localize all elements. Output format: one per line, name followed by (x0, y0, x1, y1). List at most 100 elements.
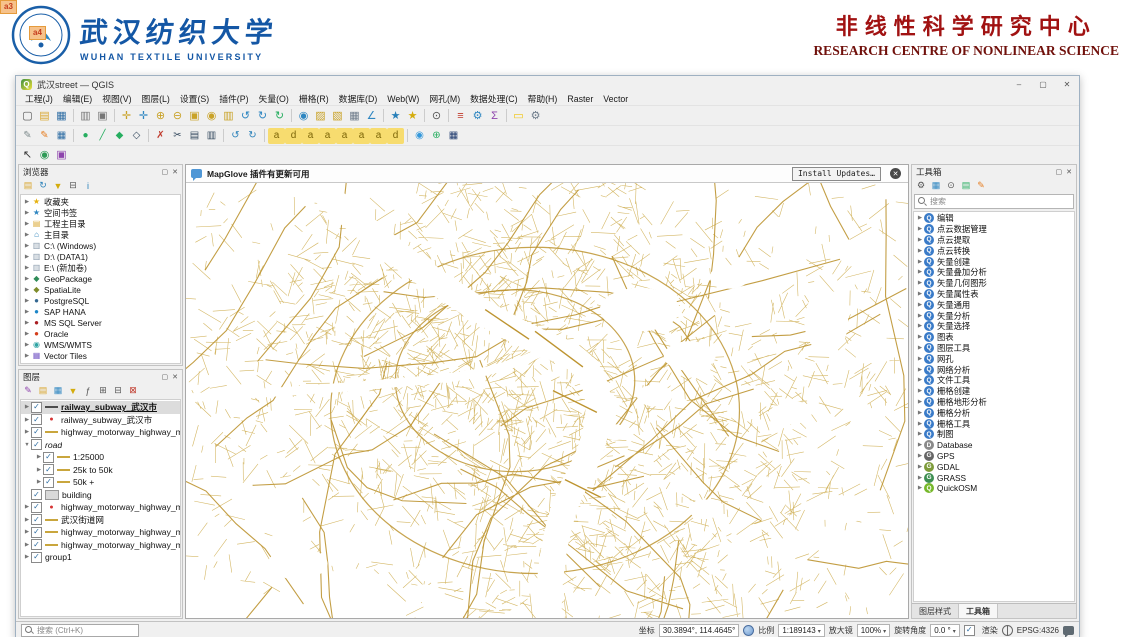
toolbox-group[interactable]: ▶Q矢量几何图形 (914, 278, 1074, 289)
menu-item[interactable]: 插件(P) (214, 92, 253, 105)
toolbox-group[interactable]: ▶Q图表 (914, 332, 1074, 343)
manage-map-themes-icon[interactable]: ▦ (51, 384, 65, 397)
scale-combobox[interactable]: 1:189143 (778, 624, 824, 637)
street-view-plugin-icon[interactable]: ◉ (411, 128, 428, 144)
expand-arrow-icon[interactable]: ▶ (916, 226, 924, 232)
results-viewer-icon[interactable]: ▤ (959, 179, 973, 192)
deselect-features-icon[interactable]: ▧ (329, 108, 346, 124)
rotate-label-icon[interactable]: a (353, 128, 370, 144)
vertex-tool-icon[interactable]: ◇ (128, 128, 145, 144)
open-layer-styling-icon[interactable]: ✎ (21, 384, 35, 397)
layer-labeling-icon[interactable]: a (268, 128, 285, 144)
layer-item[interactable]: ▶✓1:25000 (21, 451, 180, 464)
expand-arrow-icon[interactable]: ▶ (23, 331, 31, 337)
osm-plugin-icon[interactable]: ▣ (53, 146, 70, 162)
annotation-tool-icon[interactable]: ▭ (510, 108, 527, 124)
expand-arrow-icon[interactable]: ▶ (23, 517, 31, 523)
expand-arrow-icon[interactable]: ▶ (916, 345, 924, 351)
models-icon[interactable]: ▦ (929, 179, 943, 192)
close-panel-icon[interactable]: ✕ (1066, 168, 1072, 176)
expand-arrow-icon[interactable]: ▶ (916, 356, 924, 362)
expand-arrow-icon[interactable]: ▶ (23, 364, 31, 365)
zoom-last-icon[interactable]: ↺ (237, 108, 254, 124)
browser-item[interactable]: ▶●SAP HANA (21, 306, 180, 317)
browser-item[interactable]: ▶★收藏夹 (21, 196, 180, 207)
toolbox-group[interactable]: ▶QQuickOSM (914, 483, 1074, 494)
expand-arrow-icon[interactable]: ▶ (23, 210, 31, 216)
refresh-browser-icon[interactable]: ↻ (36, 179, 50, 192)
coordinate-capture-plugin-icon[interactable]: ⊕ (428, 128, 445, 144)
install-updates-button[interactable]: Install Updates… (792, 167, 881, 181)
menu-item[interactable]: 帮助(H) (523, 92, 563, 105)
menu-item[interactable]: 栅格(R) (294, 92, 334, 105)
browser-item[interactable]: ▶▥C:\ (Windows) (21, 240, 180, 251)
toolbox-group[interactable]: ▶Q图层工具 (914, 343, 1074, 354)
dismiss-message-icon[interactable]: ✕ (890, 168, 901, 179)
new-project-icon[interactable]: ▢ (19, 108, 36, 124)
layer-item[interactable]: ▶✓highway_motorway_highway_mo... (21, 526, 180, 539)
highlight-labels-icon[interactable]: a (319, 128, 336, 144)
filter-legend-icon[interactable]: ▼ (66, 384, 80, 397)
toolbox-group[interactable]: ▶Q栅格地形分析 (914, 397, 1074, 408)
edit-features-inplace-icon[interactable]: ✎ (974, 179, 988, 192)
expand-arrow-icon[interactable]: ▶ (916, 421, 924, 427)
zoom-full-icon[interactable]: ▣ (186, 108, 203, 124)
expand-arrow-icon[interactable]: ▶ (23, 265, 31, 271)
expand-arrow-icon[interactable]: ▶ (23, 276, 31, 282)
layer-checkbox[interactable]: ✓ (43, 477, 54, 488)
toolbox-options-icon[interactable]: ⚙ (914, 179, 928, 192)
expand-arrow-icon[interactable]: ▶ (23, 529, 31, 535)
open-project-icon[interactable]: ▤ (36, 108, 53, 124)
show-bookmarks-icon[interactable]: ★ (404, 108, 421, 124)
browser-item[interactable]: ▶★空间书签 (21, 207, 180, 218)
expand-arrow-icon[interactable]: ▶ (916, 323, 924, 329)
expand-arrow-icon[interactable]: ▶ (23, 417, 31, 423)
browser-item[interactable]: ▶●MS SQL Server (21, 317, 180, 328)
identify-features-icon[interactable]: ◉ (295, 108, 312, 124)
expand-arrow-icon[interactable]: ▶ (916, 377, 924, 383)
new-print-layout-icon[interactable]: ▥ (77, 108, 94, 124)
save-project-icon[interactable]: ▦ (53, 108, 70, 124)
pan-map-icon[interactable]: ✛ (118, 108, 135, 124)
expand-arrow-icon[interactable]: ▶ (916, 259, 924, 265)
close-panel-icon[interactable]: ✕ (172, 373, 178, 381)
expand-arrow-icon[interactable]: ▶ (23, 429, 31, 435)
toolbox-group[interactable]: ▶GGPS (914, 451, 1074, 462)
rotation-spinner[interactable]: 0.0 ° (930, 624, 960, 637)
toolbox-group[interactable]: ▶Q矢量属性表 (914, 289, 1074, 300)
collapse-all-layers-icon[interactable]: ⊟ (111, 384, 125, 397)
menu-item[interactable]: 矢量(O) (254, 92, 294, 105)
expand-arrow-icon[interactable]: ▶ (35, 467, 43, 473)
add-directory-icon[interactable]: ▤ (21, 179, 35, 192)
layer-checkbox[interactable]: ✓ (43, 452, 54, 463)
copy-features-icon[interactable]: ▤ (186, 128, 203, 144)
geoprocessing-plugin-icon[interactable]: ◉ (36, 146, 53, 162)
menu-item[interactable]: 视图(V) (97, 92, 136, 105)
expand-arrow-icon[interactable]: ▶ (23, 298, 31, 304)
layer-item[interactable]: ▶✓group1 (21, 551, 180, 564)
filter-browser-icon[interactable]: ▼ (51, 179, 65, 192)
expand-arrow-icon[interactable]: ▶ (35, 479, 43, 485)
maximize-button[interactable]: ▢ (1031, 76, 1055, 92)
change-label-icon[interactable]: a (370, 128, 387, 144)
browser-item[interactable]: ▶◆SpatiaLite (21, 284, 180, 295)
expand-arrow-icon[interactable]: ▶ (916, 367, 924, 373)
menu-item[interactable]: 网孔(M) (424, 92, 465, 105)
menu-item[interactable]: 编辑(E) (58, 92, 97, 105)
history-icon[interactable]: ⊙ (944, 179, 958, 192)
toolbox-group[interactable]: ▶Q栅格分析 (914, 407, 1074, 418)
new-bookmark-icon[interactable]: ★ (387, 108, 404, 124)
expand-arrow-icon[interactable]: ▶ (23, 404, 31, 410)
layer-item[interactable]: ▶✓武汉街道网 (21, 514, 180, 527)
add-line-feature-icon[interactable]: ╱ (94, 128, 111, 144)
browser-item[interactable]: ▶●Oracle (21, 328, 180, 339)
expand-arrow-icon[interactable]: ▶ (23, 232, 31, 238)
expand-arrow-icon[interactable]: ▶ (23, 221, 31, 227)
toolbox-group[interactable]: ▶Q矢量分析 (914, 310, 1074, 321)
expand-arrow-icon[interactable]: ▶ (23, 287, 31, 293)
open-attribute-table-icon[interactable]: ▦ (346, 108, 363, 124)
options-icon[interactable]: ⚙ (527, 108, 544, 124)
browser-item[interactable]: ▶▥E:\ (新加卷) (21, 262, 180, 273)
expand-arrow-icon[interactable]: ▼ (23, 442, 31, 448)
toolbox-group[interactable]: ▶Q编辑 (914, 213, 1074, 224)
